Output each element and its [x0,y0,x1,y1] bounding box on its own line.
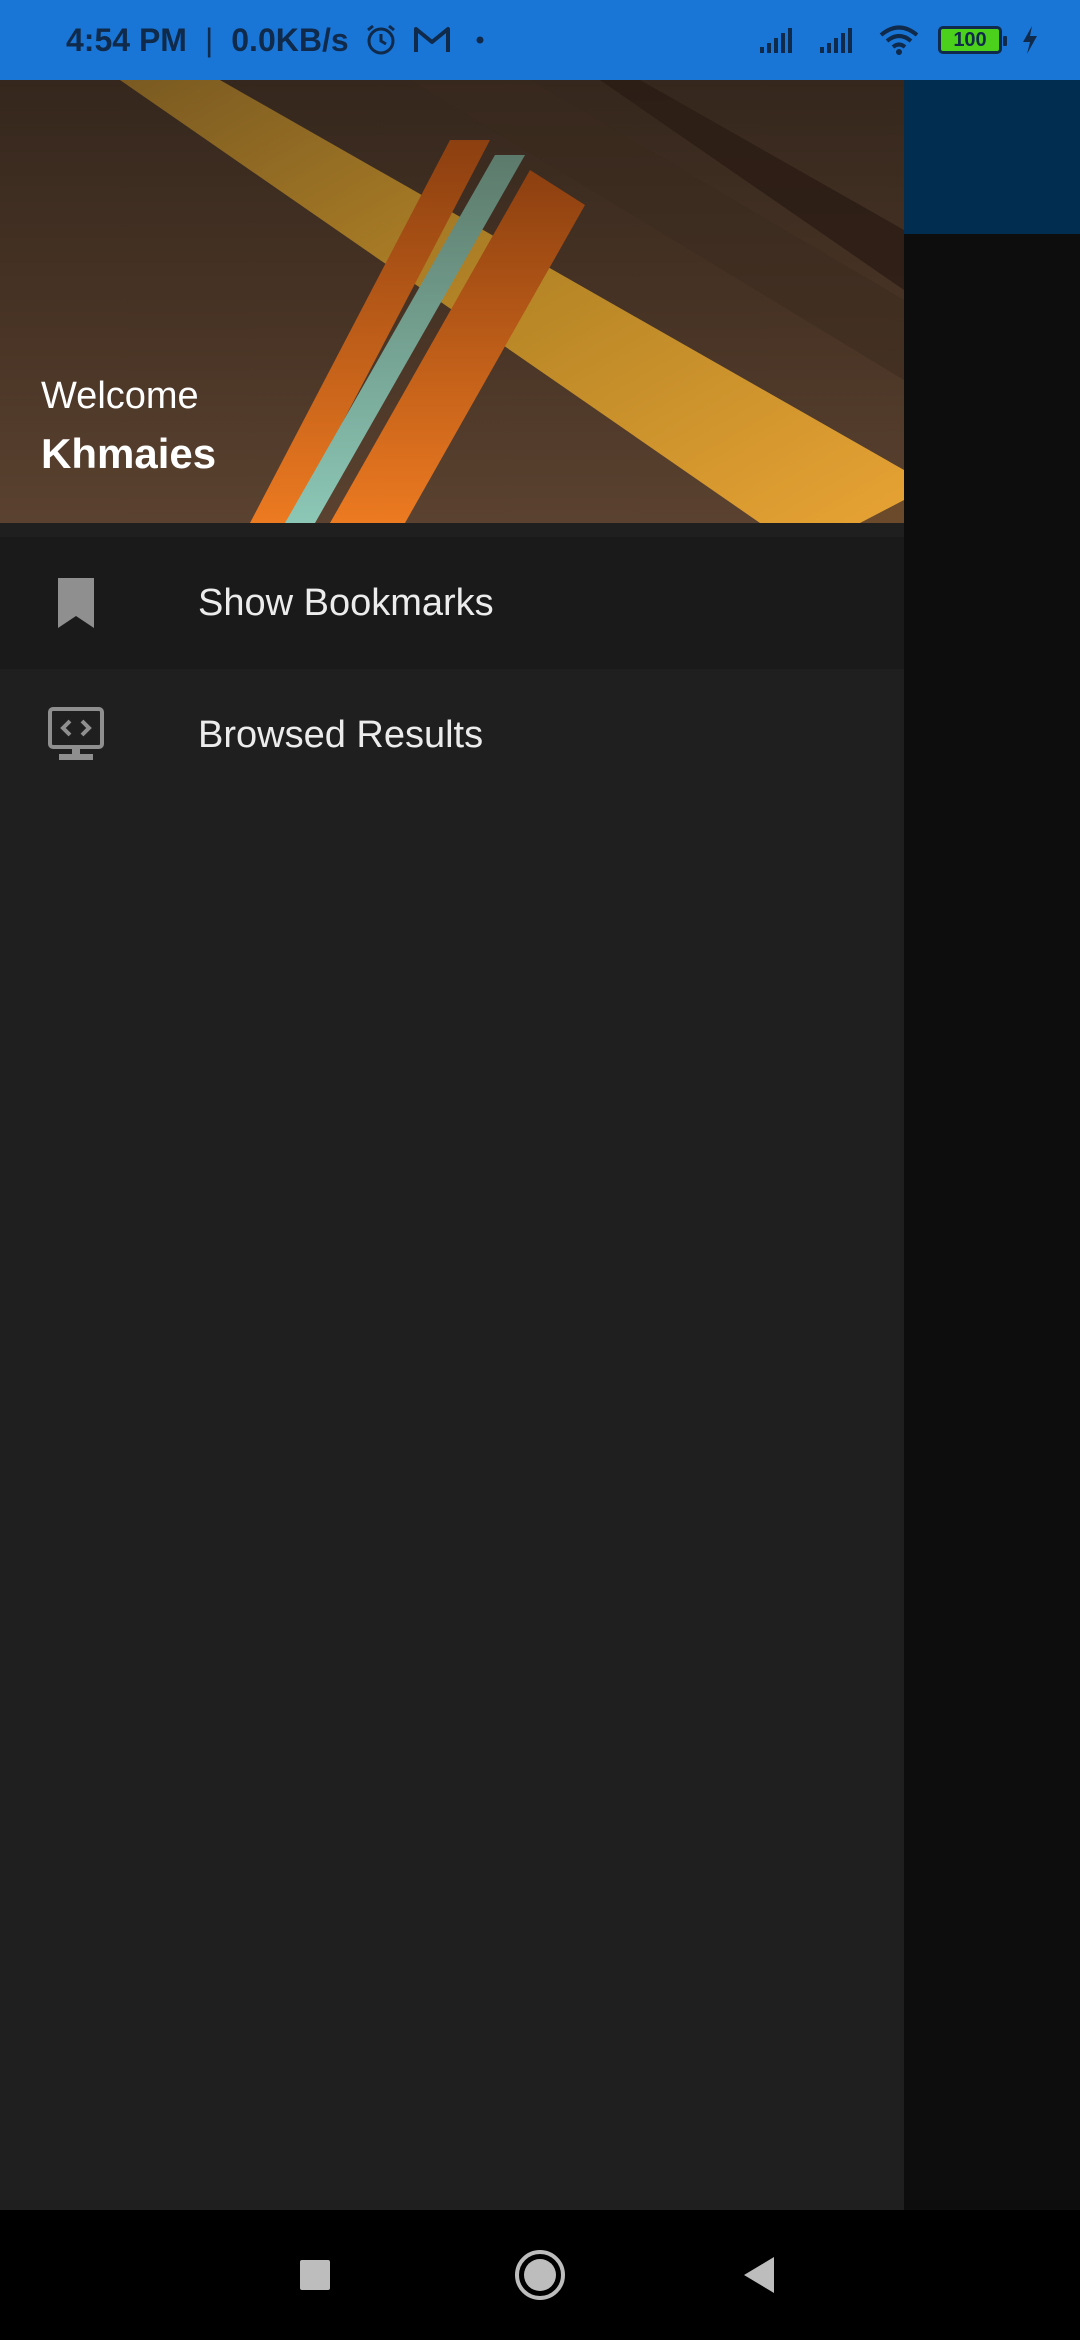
status-left: 4:54 PM | 0.0KB/s [66,22,758,59]
header-spacer [0,523,904,537]
dot-icon [476,36,484,44]
square-icon [300,2260,330,2290]
signal-icon [760,28,792,53]
menu-item-show-bookmarks[interactable]: Show Bookmarks [0,537,904,669]
signal-icon [820,28,852,53]
navigation-drawer: Welcome Khmaies Show Bookmarks Browsed R… [0,80,904,2210]
code-monitor-icon [46,705,106,765]
gmail-icon [413,27,450,52]
recents-button[interactable] [255,2210,375,2340]
background-app-bar [904,80,1080,234]
home-button[interactable] [480,2210,600,2340]
user-name: Khmaies [41,430,217,477]
menu-item-browsed-results[interactable]: Browsed Results [0,669,904,801]
background-content-scrim[interactable] [904,234,1080,2210]
status-time: 4:54 PM [66,21,187,58]
network-speed: 0.0KB/s [231,21,349,58]
status-bar: 4:54 PM | 0.0KB/s 100 [0,0,1080,80]
charging-icon [1023,26,1037,54]
battery-level: 100 [953,28,987,51]
menu-item-label: Browsed Results [198,713,484,756]
screen: 4:54 PM | 0.0KB/s 100 Welcome Khmaies Sh… [0,0,1080,2340]
alarm-icon [366,24,395,55]
system-nav-bar [0,2210,1080,2340]
back-button[interactable] [700,2210,820,2340]
bookmark-icon [46,573,106,633]
menu-item-label: Show Bookmarks [198,581,494,624]
circle-icon [515,2250,565,2300]
battery-icon: 100 [938,26,1007,54]
drawer-header: Welcome Khmaies [0,80,904,523]
status-separator: | [204,21,214,58]
welcome-label: Welcome [41,375,199,417]
wifi-icon [879,25,919,55]
back-triangle-icon [744,2257,774,2293]
status-right: 100 [758,24,1040,56]
